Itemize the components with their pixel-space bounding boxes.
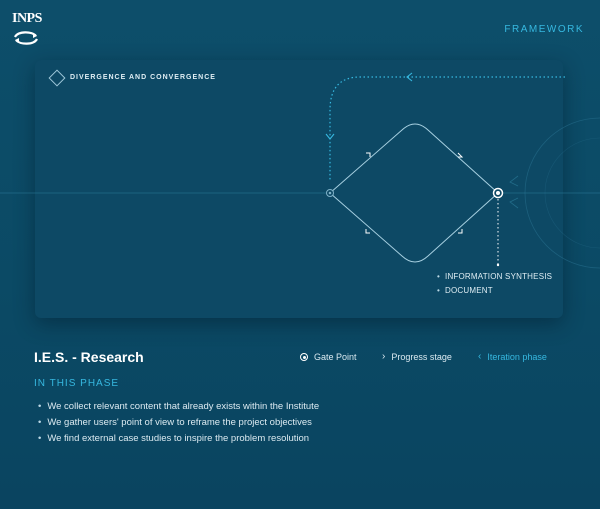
activity-item: We find external case studies to inspire… bbox=[38, 431, 319, 447]
legend-gate-point: Gate Point bbox=[300, 352, 357, 362]
output-connector-end bbox=[496, 263, 500, 267]
divergence-lower-path bbox=[329, 192, 499, 263]
faint-arrow-icon bbox=[509, 197, 519, 209]
output-item: INFORMATION SYNTHESIS bbox=[437, 270, 552, 284]
faint-arrow-icon bbox=[509, 175, 519, 187]
iteration-loop-path bbox=[329, 76, 565, 180]
end-gate-point-core bbox=[496, 191, 500, 195]
legend-label: Iteration phase bbox=[487, 352, 547, 362]
legend-label: Gate Point bbox=[314, 352, 357, 362]
progress-chevron-icon bbox=[365, 229, 370, 234]
section-label: IN THIS PHASE bbox=[34, 378, 120, 389]
progress-chevron-icon bbox=[458, 229, 463, 234]
chevron-left-icon: ‹ bbox=[478, 351, 482, 362]
chevron-right-icon: › bbox=[382, 351, 386, 362]
phase-title: I.E.S. - Research bbox=[34, 349, 144, 365]
phase-activity-list: We collect relevant content that already… bbox=[38, 399, 319, 447]
diagram-title: DIVERGENCE AND CONVERGENCE bbox=[70, 74, 216, 81]
legend-label: Progress stage bbox=[391, 352, 452, 362]
diagram-output-list: INFORMATION SYNTHESIS DOCUMENT bbox=[437, 270, 552, 298]
legend-iteration-phase: ‹ Iteration phase bbox=[478, 351, 547, 363]
progress-chevron-icon bbox=[366, 152, 371, 157]
gate-point-icon bbox=[300, 353, 308, 361]
output-item: DOCUMENT bbox=[437, 284, 552, 298]
divergence-upper-path bbox=[329, 123, 499, 194]
activity-item: We collect relevant content that already… bbox=[38, 399, 319, 415]
start-gate-point-core bbox=[328, 191, 332, 195]
progress-chevron-icon bbox=[457, 152, 464, 158]
iteration-arrow-icon bbox=[406, 72, 413, 82]
activity-item: We gather users' point of view to refram… bbox=[38, 415, 319, 431]
legend-progress-stage: › Progress stage bbox=[382, 351, 452, 363]
